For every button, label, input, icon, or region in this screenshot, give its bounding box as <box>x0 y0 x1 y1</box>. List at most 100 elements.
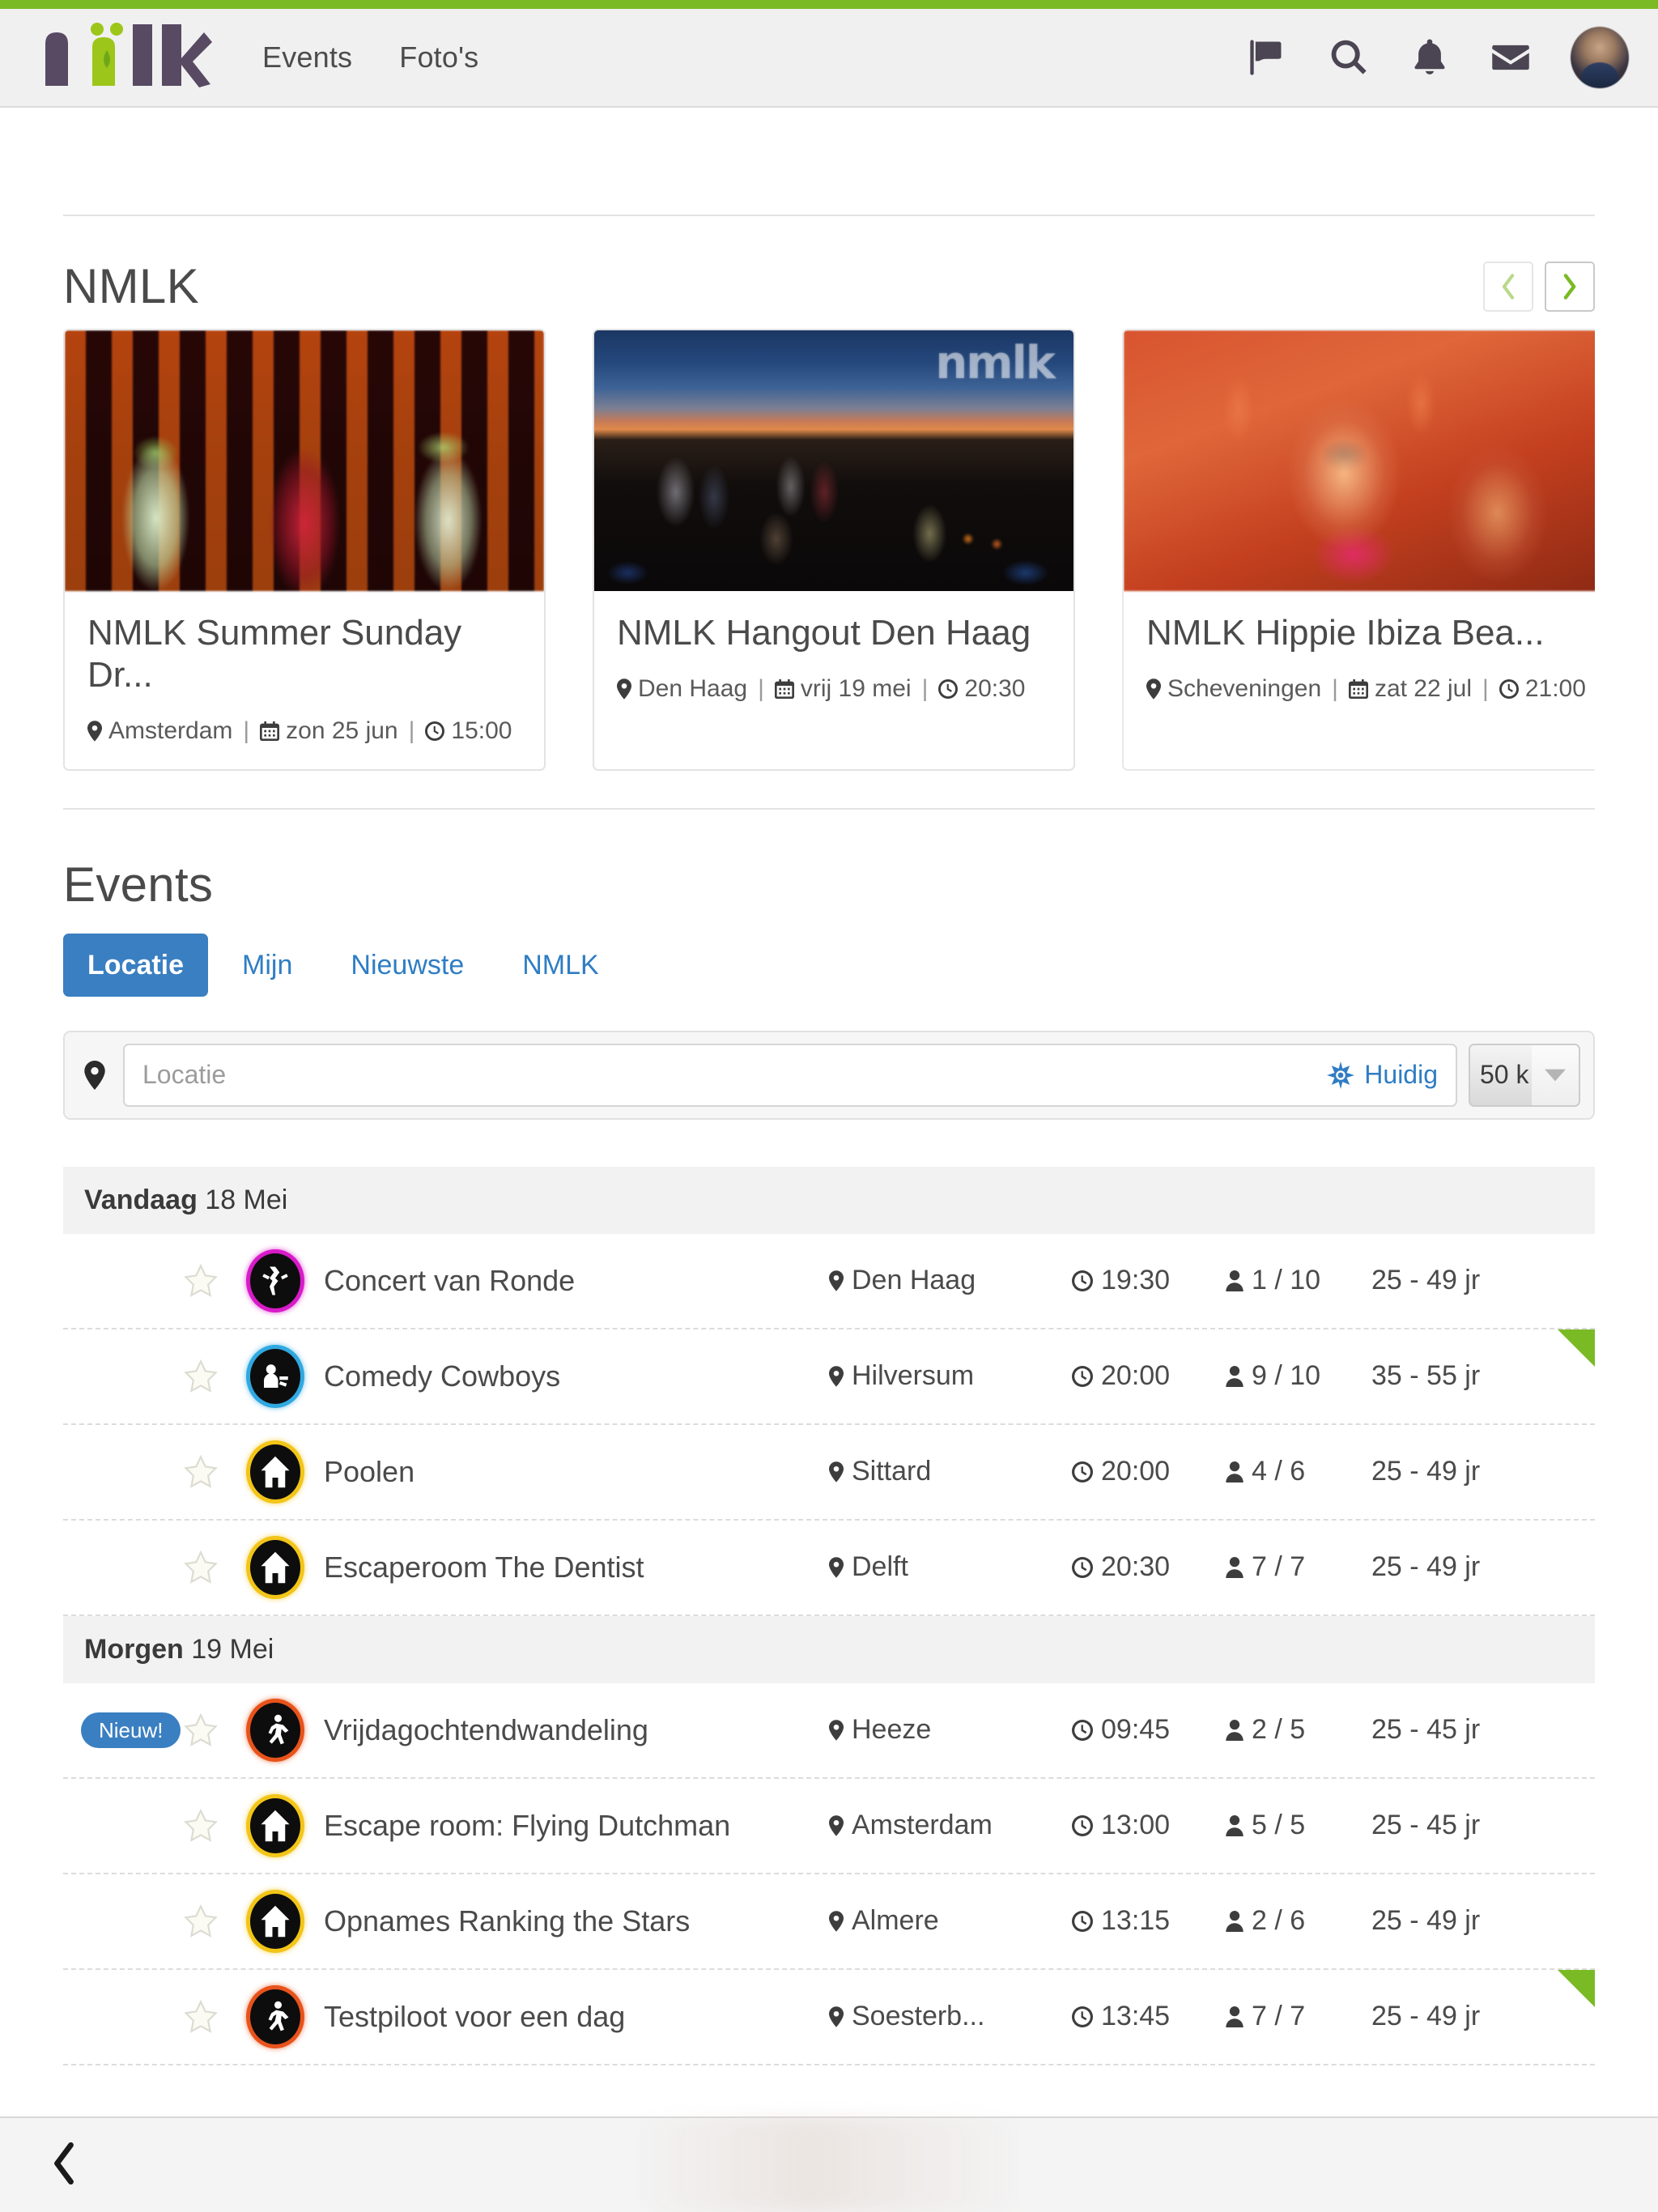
favorite-star-icon[interactable] <box>165 1808 236 1844</box>
event-time: 20:30 <box>1072 1551 1226 1583</box>
person-icon <box>1226 1910 1244 1932</box>
distance-select[interactable]: 50 k <box>1469 1043 1580 1107</box>
location-input[interactable] <box>142 1060 1315 1091</box>
carousel-card[interactable]: NMLK Hippie Ibiza Bea... Scheveningen | … <box>1122 329 1595 771</box>
events-header: Events <box>63 810 1595 934</box>
event-attendance: 2 / 6 <box>1226 1905 1371 1937</box>
table-row[interactable]: Poolen Sittard 20:00 4 / 6 25 - 49 jr <box>63 1425 1595 1521</box>
event-name[interactable]: Concert van Ronde <box>314 1264 829 1298</box>
event-category-icon <box>236 1702 314 1758</box>
event-age-range: 25 - 49 jr <box>1371 1905 1481 1937</box>
event-name[interactable]: Escaperoom The Dentist <box>314 1551 829 1585</box>
favorite-star-icon[interactable] <box>165 1263 236 1299</box>
event-category-icon <box>236 1989 314 2044</box>
map-pin-icon <box>829 1366 844 1387</box>
event-time: 13:00 <box>1072 1810 1226 1841</box>
top-accent-bar <box>0 0 1658 9</box>
tab-nieuwste[interactable]: Nieuwste <box>326 934 488 997</box>
day-date: 18 Mei <box>205 1184 288 1215</box>
person-icon <box>1226 1556 1244 1578</box>
card-location: Scheveningen <box>1146 675 1321 703</box>
clock-icon <box>1072 1814 1093 1836</box>
event-location: Sittard <box>829 1456 1072 1487</box>
nmlk-watermark: nmlk <box>935 337 1056 389</box>
event-time: 09:45 <box>1072 1714 1226 1746</box>
bell-icon[interactable] <box>1409 36 1451 79</box>
runner-icon <box>250 1989 300 2044</box>
person-icon <box>1226 1270 1244 1291</box>
person-icon <box>1226 1461 1244 1482</box>
event-time: 20:00 <box>1072 1456 1226 1487</box>
event-carousel[interactable]: NMLK Summer Sunday Dr... Amsterdam | zon… <box>63 329 1595 808</box>
bottom-bar-glare <box>630 2118 1028 2212</box>
event-time: 19:30 <box>1072 1265 1226 1296</box>
day-header-vandaag: Vandaag 18 Mei <box>63 1166 1595 1234</box>
event-name[interactable]: Escape room: Flying Dutchman <box>314 1809 829 1843</box>
event-attendance: 1 / 10 <box>1226 1265 1371 1296</box>
comedy-icon <box>250 1348 300 1404</box>
event-attendance: 5 / 5 <box>1226 1810 1371 1841</box>
event-location: Almere <box>829 1905 1072 1937</box>
event-location: Heeze <box>829 1714 1072 1746</box>
favorite-star-icon[interactable] <box>165 1359 236 1394</box>
carousel-header: NMLK <box>63 216 1595 329</box>
event-location: Amsterdam <box>829 1810 1072 1841</box>
back-button[interactable] <box>50 2140 78 2191</box>
envelope-icon[interactable] <box>1490 36 1532 79</box>
card-image-hippie <box>1124 330 1595 591</box>
event-name[interactable]: Opnames Ranking the Stars <box>314 1904 829 1938</box>
card-title: NMLK Hangout Den Haag <box>617 613 1031 653</box>
map-pin-icon <box>78 1060 112 1090</box>
tab-nmlk[interactable]: NMLK <box>498 934 623 997</box>
favorite-star-icon[interactable] <box>165 1454 236 1490</box>
event-category-icon <box>236 1797 314 1853</box>
carousel-prev-button[interactable] <box>1483 261 1533 312</box>
event-name[interactable]: Testpiloot voor een dag <box>314 2000 829 2034</box>
person-icon <box>1226 2006 1244 2027</box>
tab-mijn[interactable]: Mijn <box>218 934 317 997</box>
favorite-star-icon[interactable] <box>165 1550 236 1585</box>
primary-nav: Events Foto's <box>262 40 478 74</box>
carousel-card[interactable]: nmlk NMLK Hangout Den Haag Den Haag | vr… <box>593 329 1075 771</box>
event-category-icon <box>236 1348 314 1404</box>
event-name[interactable]: Comedy Cowboys <box>314 1359 829 1393</box>
favorite-star-icon[interactable] <box>165 1712 236 1748</box>
table-row[interactable]: Escape room: Flying Dutchman Amsterdam 1… <box>63 1779 1595 1874</box>
nav-link-events[interactable]: Events <box>262 40 352 74</box>
table-row[interactable]: Escaperoom The Dentist Delft 20:30 7 / 7… <box>63 1521 1595 1616</box>
card-time: 20:30 <box>938 675 1025 703</box>
nmlk-logo[interactable] <box>42 23 212 89</box>
table-row[interactable]: Nieuw! Vrijdagochtendwandeling Heeze 09:… <box>63 1683 1595 1779</box>
nav-link-fotos[interactable]: Foto's <box>399 40 478 74</box>
house-icon <box>250 1539 300 1595</box>
current-location-button[interactable]: Huidig <box>1314 1060 1438 1090</box>
clock-icon <box>1072 2006 1093 2027</box>
house-icon <box>250 1444 300 1499</box>
event-name[interactable]: Poolen <box>314 1455 829 1489</box>
card-meta: Amsterdam | zon 25 jun | 15:00 <box>87 717 521 745</box>
carousel-card[interactable]: NMLK Summer Sunday Dr... Amsterdam | zon… <box>63 329 546 771</box>
event-attendance: 7 / 7 <box>1226 1551 1371 1583</box>
card-date: zat 22 jul <box>1348 675 1472 703</box>
clock-icon <box>1072 1556 1093 1578</box>
table-row[interactable]: Comedy Cowboys Hilversum 20:00 9 / 10 35… <box>63 1329 1595 1425</box>
clock-icon <box>1072 1910 1093 1932</box>
table-row[interactable]: Opnames Ranking the Stars Almere 13:15 2… <box>63 1874 1595 1970</box>
table-row[interactable]: Testpiloot voor een dag Soesterb... 13:4… <box>63 1969 1595 2065</box>
event-age-range: 25 - 49 jr <box>1371 1456 1481 1487</box>
location-input-wrapper[interactable]: Huidig <box>123 1043 1457 1107</box>
carousel-next-button[interactable] <box>1545 261 1595 312</box>
favorite-star-icon[interactable] <box>165 1999 236 2035</box>
day-label: Morgen <box>84 1633 184 1665</box>
corner-flag-marker <box>1558 1329 1595 1367</box>
event-name[interactable]: Vrijdagochtendwandeling <box>314 1713 829 1747</box>
card-date: vrij 19 mei <box>774 675 912 703</box>
favorite-star-icon[interactable] <box>165 1904 236 1939</box>
table-row[interactable]: Concert van Ronde Den Haag 19:30 1 / 10 … <box>63 1234 1595 1329</box>
house-icon <box>250 1797 300 1853</box>
search-icon[interactable] <box>1328 36 1370 79</box>
tab-locatie[interactable]: Locatie <box>63 933 209 997</box>
flag-icon[interactable] <box>1247 36 1289 79</box>
clock-icon <box>425 721 445 741</box>
user-avatar[interactable] <box>1571 27 1629 88</box>
